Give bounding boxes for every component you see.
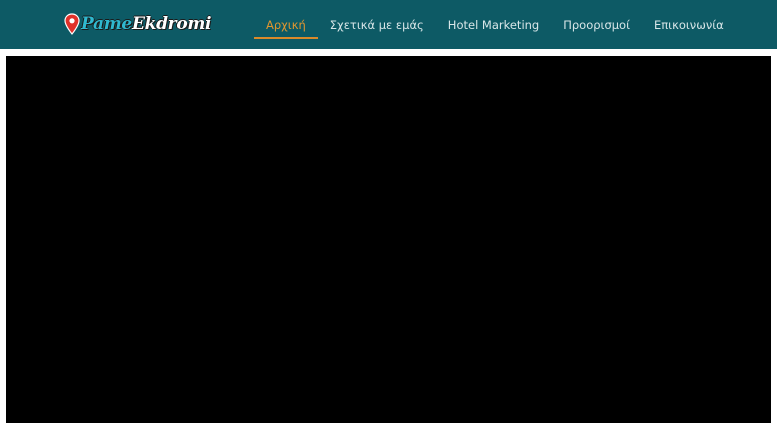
site-logo[interactable]: PameEkdromi bbox=[64, 12, 212, 36]
nav-item-home[interactable]: Αρχική bbox=[254, 0, 318, 49]
map-pin-icon bbox=[64, 13, 80, 35]
logo-wordmark: PameEkdromi bbox=[81, 14, 212, 34]
nav-item-contact[interactable]: Επικοινωνία bbox=[642, 0, 736, 49]
top-navbar: PameEkdromi Αρχική Σχετικά με εμάς Hotel… bbox=[0, 0, 777, 49]
hero-video-area[interactable] bbox=[6, 56, 771, 423]
nav-item-about[interactable]: Σχετικά με εμάς bbox=[318, 0, 436, 49]
logo-text-ekdromi: Ekdromi bbox=[131, 14, 212, 34]
logo-text-pame: Pame bbox=[81, 14, 132, 34]
main-nav: Αρχική Σχετικά με εμάς Hotel Marketing Π… bbox=[254, 0, 736, 49]
nav-item-destinations[interactable]: Προορισμοί bbox=[551, 0, 642, 49]
nav-item-hotel-marketing[interactable]: Hotel Marketing bbox=[436, 0, 551, 49]
